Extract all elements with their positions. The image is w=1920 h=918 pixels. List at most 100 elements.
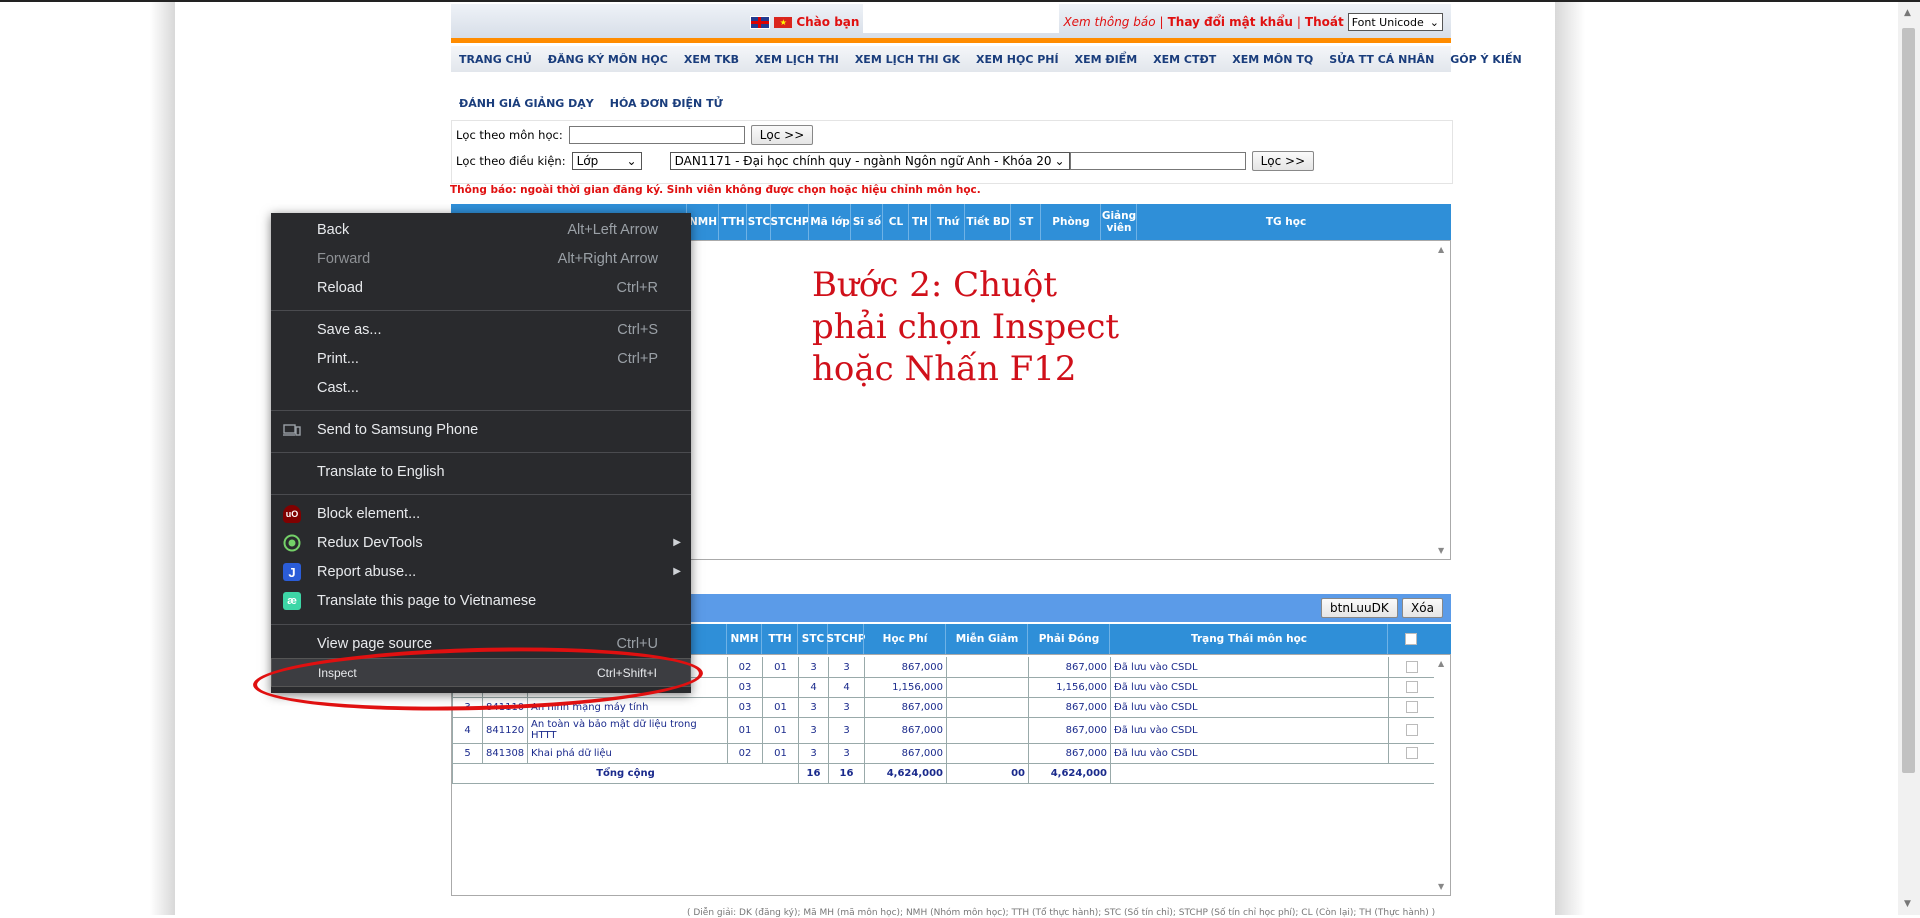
stc: 3 [798, 743, 828, 763]
font-select[interactable]: Font Unicode ⌄ [1347, 13, 1443, 31]
scroll-up-icon[interactable]: ▲ [1438, 659, 1444, 668]
course-table-scrollbar[interactable]: ▲ ▼ [1434, 241, 1450, 559]
col-stc: STC [797, 624, 828, 654]
col-class-size: Sĩ số [850, 204, 883, 240]
menu-item-label: Redux DevTools [317, 534, 423, 551]
menu-item-forward: Forward Alt+Right Arrow [271, 244, 691, 273]
menu-item-label: Reload [317, 279, 363, 296]
nmh: 03 [727, 677, 762, 697]
condition-select-value: Lớp [576, 154, 599, 168]
payable: 867,000 [1028, 743, 1110, 763]
menu-item-redux-devtools[interactable]: Redux DevTools ▶ [271, 528, 691, 557]
nav-midterm-schedule[interactable]: XEM LỊCH THI GK [847, 53, 968, 66]
menu-item-translate-vietnamese[interactable]: æ Translate this page to Vietnamese [271, 586, 691, 615]
filter-subject-button[interactable]: Lọc >> [750, 125, 814, 145]
menu-item-send-to-phone[interactable]: Send to Samsung Phone [271, 415, 691, 444]
status: Đã lưu vào CSDL [1110, 677, 1388, 697]
tth: 01 [762, 657, 798, 677]
col-start-period: Tiết BD [964, 204, 1011, 240]
nav-register[interactable]: ĐĂNG KÝ MÔN HỌC [540, 53, 676, 66]
col-stchp: STCHP [827, 624, 865, 654]
class-select[interactable]: DAN1171 - Đại học chính quy - ngành Ngôn… [669, 152, 1070, 170]
col-stchp: STCHP [770, 204, 809, 240]
scroll-down-icon[interactable]: ▼ [1904, 899, 1911, 909]
translate-icon: æ [283, 592, 301, 610]
nav-profile[interactable]: SỬA TT CÁ NHÂN [1321, 53, 1442, 66]
subject-filter-input[interactable] [568, 126, 745, 144]
menu-divider [271, 310, 691, 311]
nav-teaching-evaluation[interactable]: ĐÁNH GIÁ GIẢNG DẠY [451, 97, 602, 110]
menu-item-label: Cast... [317, 379, 359, 396]
select-all-checkbox[interactable] [1405, 633, 1417, 645]
page-right-gutter [1555, 2, 1715, 915]
menu-item-shortcut: Ctrl+S [617, 321, 658, 338]
scrollbar-thumb[interactable] [1902, 28, 1915, 773]
nav-home[interactable]: TRANG CHỦ [451, 53, 540, 66]
tuition: 867,000 [864, 697, 946, 717]
menu-divider [271, 452, 691, 453]
uk-flag-icon[interactable] [750, 15, 771, 29]
filter-condition-button[interactable]: Lọc >> [1251, 151, 1315, 171]
menu-item-translate-english[interactable]: Translate to English [271, 457, 691, 486]
logout-link[interactable]: Thoát [1305, 15, 1344, 29]
nmh: 02 [727, 657, 762, 677]
col-payable: Phải Đóng [1027, 624, 1110, 654]
chevron-down-icon: ⌄ [626, 154, 637, 168]
status: Đã lưu vào CSDL [1110, 697, 1388, 717]
nav-exam-schedule[interactable]: XEM LỊCH THI [747, 53, 847, 66]
delete-button[interactable]: Xóa [1402, 598, 1443, 618]
discount [946, 743, 1028, 763]
menu-item-label: Print... [317, 350, 359, 367]
condition-select[interactable]: Lớp ⌄ [571, 152, 642, 170]
menu-item-report-abuse[interactable]: J Report abuse... ▶ [271, 557, 691, 586]
scroll-up-icon[interactable]: ▲ [1904, 8, 1911, 18]
menu-item-block-element[interactable]: uO Block element... [271, 499, 691, 528]
vn-flag-icon[interactable]: ★ [774, 16, 793, 28]
menu-item-label: View page source [317, 635, 433, 652]
change-password-link[interactable]: Thay đổi mật khẩu [1168, 15, 1293, 29]
scroll-down-icon[interactable]: ▼ [1438, 882, 1444, 891]
row-index: 4 [452, 717, 482, 743]
nav-curriculum[interactable]: XEM CTĐT [1145, 53, 1224, 66]
font-select-value: Font Unicode [1351, 15, 1424, 29]
row-checkbox[interactable] [1405, 747, 1418, 759]
menu-item-print[interactable]: Print... Ctrl+P [271, 344, 691, 373]
chevron-down-icon: ⌄ [1054, 154, 1065, 168]
menu-item-cast[interactable]: Cast... [271, 373, 691, 402]
tth [762, 677, 798, 697]
notification-link[interactable]: Xem thông báo [1063, 15, 1155, 29]
nav-grades[interactable]: XEM ĐIỂM [1067, 53, 1146, 66]
discount [946, 697, 1028, 717]
stc: 3 [798, 697, 828, 717]
nav-subjects[interactable]: XEM MÔN TQ [1224, 53, 1321, 66]
page-left-gutter [0, 2, 175, 915]
menu-item-save-as[interactable]: Save as... Ctrl+S [271, 315, 691, 344]
menu-item-back[interactable]: Back Alt+Left Arrow [271, 215, 691, 244]
nav-e-invoice[interactable]: HÓA ĐƠN ĐIỆN TỬ [602, 97, 731, 110]
row-checkbox-cell [1388, 697, 1434, 717]
class-filter-input[interactable] [1069, 152, 1246, 170]
row-checkbox[interactable] [1405, 701, 1418, 713]
col-discount: Miễn Giảm [945, 624, 1028, 654]
menu-item-label: Report abuse... [317, 563, 417, 580]
col-lecturer: Giảng viên [1100, 204, 1137, 240]
scroll-down-icon[interactable]: ▼ [1438, 546, 1444, 555]
top-header: ★ Chào bạn Xem thông báo | Thay đổi mật … [451, 3, 1451, 43]
registered-table-scrollbar[interactable]: ▲ ▼ [1434, 655, 1450, 895]
save-registration-button[interactable]: btnLuuDK [1321, 598, 1398, 618]
col-weekday: Thứ [930, 204, 965, 240]
nav-tuition[interactable]: XEM HỌC PHÍ [968, 53, 1067, 66]
menu-item-reload[interactable]: Reload Ctrl+R [271, 273, 691, 302]
total-payable: 4,624,000 [1028, 763, 1110, 783]
row-checkbox-cell [1388, 743, 1434, 763]
scroll-up-icon[interactable]: ▲ [1438, 245, 1444, 254]
course-code: 841308 [482, 743, 527, 763]
row-checkbox[interactable] [1405, 661, 1418, 673]
row-checkbox[interactable] [1405, 724, 1418, 736]
row-checkbox[interactable] [1405, 681, 1418, 693]
col-nmh: NMH [726, 624, 762, 654]
nav-feedback[interactable]: GÓP Ý KIẾN [1442, 53, 1529, 66]
nav-timetable[interactable]: XEM TKB [676, 53, 747, 66]
tutorial-annotation: Bước 2: Chuột phải chọn Inspect hoặc Nhấ… [812, 265, 1120, 389]
page-scrollbar[interactable]: ▲ ▼ [1898, 2, 1920, 915]
